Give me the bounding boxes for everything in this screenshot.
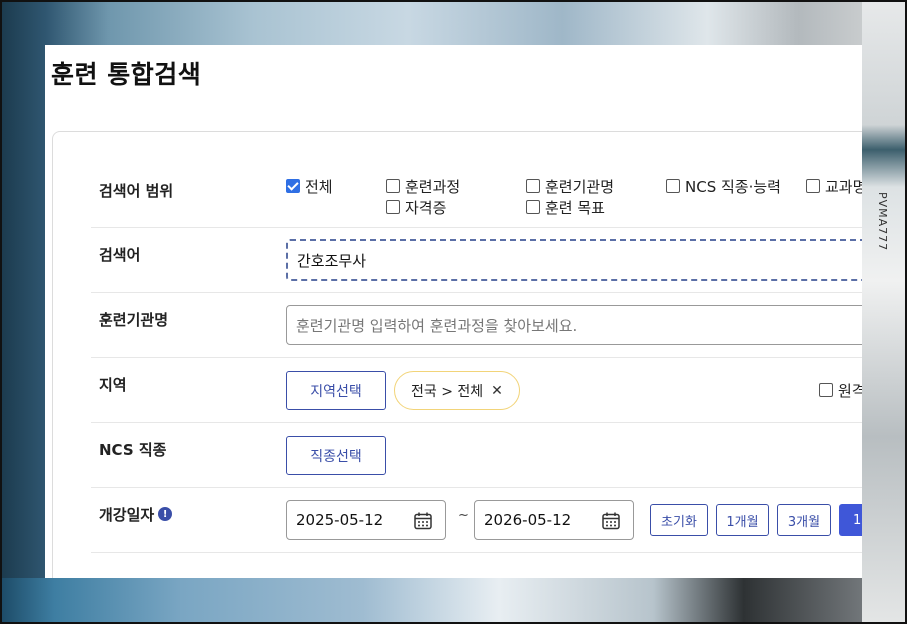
checkbox[interactable] bbox=[666, 179, 680, 193]
region-row: 지역 지역선택 전국 > 전체 ✕ 원격 bbox=[91, 358, 862, 423]
checkbox[interactable] bbox=[526, 200, 540, 214]
checkbox-checked[interactable] bbox=[286, 179, 300, 193]
start-date-input[interactable]: 2025-05-12 bbox=[286, 500, 446, 540]
keyword-label: 검색어 bbox=[99, 246, 141, 264]
info-icon[interactable]: ! bbox=[158, 507, 173, 521]
scope-row: 검색어 범위 전체 훈련과정 훈련기관명 NCS 직종·능력 교과명 자격증 훈… bbox=[91, 132, 862, 228]
one-month-button[interactable]: 1개월 bbox=[716, 504, 769, 536]
background-photo-right bbox=[862, 0, 907, 624]
background-label: PVMA777 bbox=[876, 192, 889, 252]
keyword-row: 검색어 간호조무사 bbox=[91, 228, 862, 293]
scope-option-course[interactable]: 훈련과정 bbox=[386, 176, 460, 197]
period-label: 개강일자! bbox=[99, 504, 173, 525]
remote-option[interactable]: 원격 bbox=[819, 380, 862, 401]
checkbox[interactable] bbox=[386, 200, 400, 214]
checkbox[interactable] bbox=[386, 179, 400, 193]
ncs-select-button[interactable]: 직종선택 bbox=[286, 436, 386, 475]
ncs-label: NCS 직종 bbox=[99, 441, 167, 459]
scope-option-all[interactable]: 전체 bbox=[286, 176, 333, 197]
search-form: 검색어 범위 전체 훈련과정 훈련기관명 NCS 직종·능력 교과명 자격증 훈… bbox=[52, 131, 862, 578]
checkbox[interactable] bbox=[819, 383, 833, 397]
close-icon[interactable]: ✕ bbox=[491, 383, 503, 399]
region-select-button[interactable]: 지역선택 bbox=[286, 371, 386, 410]
institution-label: 훈련기관명 bbox=[99, 311, 169, 329]
scope-option-ncs[interactable]: NCS 직종·능력 bbox=[666, 176, 781, 197]
reset-button[interactable]: 초기화 bbox=[650, 504, 708, 536]
region-chip: 전국 > 전체 ✕ bbox=[394, 371, 520, 410]
scope-option-goal[interactable]: 훈련 목표 bbox=[526, 197, 605, 218]
institution-input[interactable]: 훈련기관명 입력하여 훈련과정을 찾아보세요. bbox=[286, 305, 862, 345]
scope-label: 검색어 범위 bbox=[99, 182, 174, 200]
keyword-input[interactable]: 간호조무사 bbox=[286, 239, 862, 281]
scope-option-institution[interactable]: 훈련기관명 bbox=[526, 176, 614, 197]
scope-option-subject[interactable]: 교과명 bbox=[806, 176, 862, 197]
period-row: 개강일자! 2025-05-12 ~ 2026-05-12 초기화 1개월 3개… bbox=[91, 488, 862, 553]
background-photo-bottom bbox=[0, 578, 907, 624]
scope-option-certificate[interactable]: 자격증 bbox=[386, 197, 446, 218]
search-panel: 훈련 통합검색 검색어 범위 전체 훈련과정 훈련기관명 NCS 직종·능력 교… bbox=[45, 45, 862, 578]
date-separator: ~ bbox=[458, 508, 469, 523]
period-button-partial[interactable]: 1 bbox=[839, 504, 862, 536]
region-label: 지역 bbox=[99, 376, 127, 394]
institution-row: 훈련기관명 훈련기관명 입력하여 훈련과정을 찾아보세요. bbox=[91, 293, 862, 358]
end-date-input[interactable]: 2026-05-12 bbox=[474, 500, 634, 540]
checkbox[interactable] bbox=[526, 179, 540, 193]
page-title: 훈련 통합검색 bbox=[51, 60, 202, 89]
three-month-button[interactable]: 3개월 bbox=[777, 504, 831, 536]
calendar-icon[interactable] bbox=[601, 511, 621, 535]
calendar-icon[interactable] bbox=[413, 511, 433, 535]
ncs-row: NCS 직종 직종선택 bbox=[91, 423, 862, 488]
checkbox[interactable] bbox=[806, 179, 820, 193]
